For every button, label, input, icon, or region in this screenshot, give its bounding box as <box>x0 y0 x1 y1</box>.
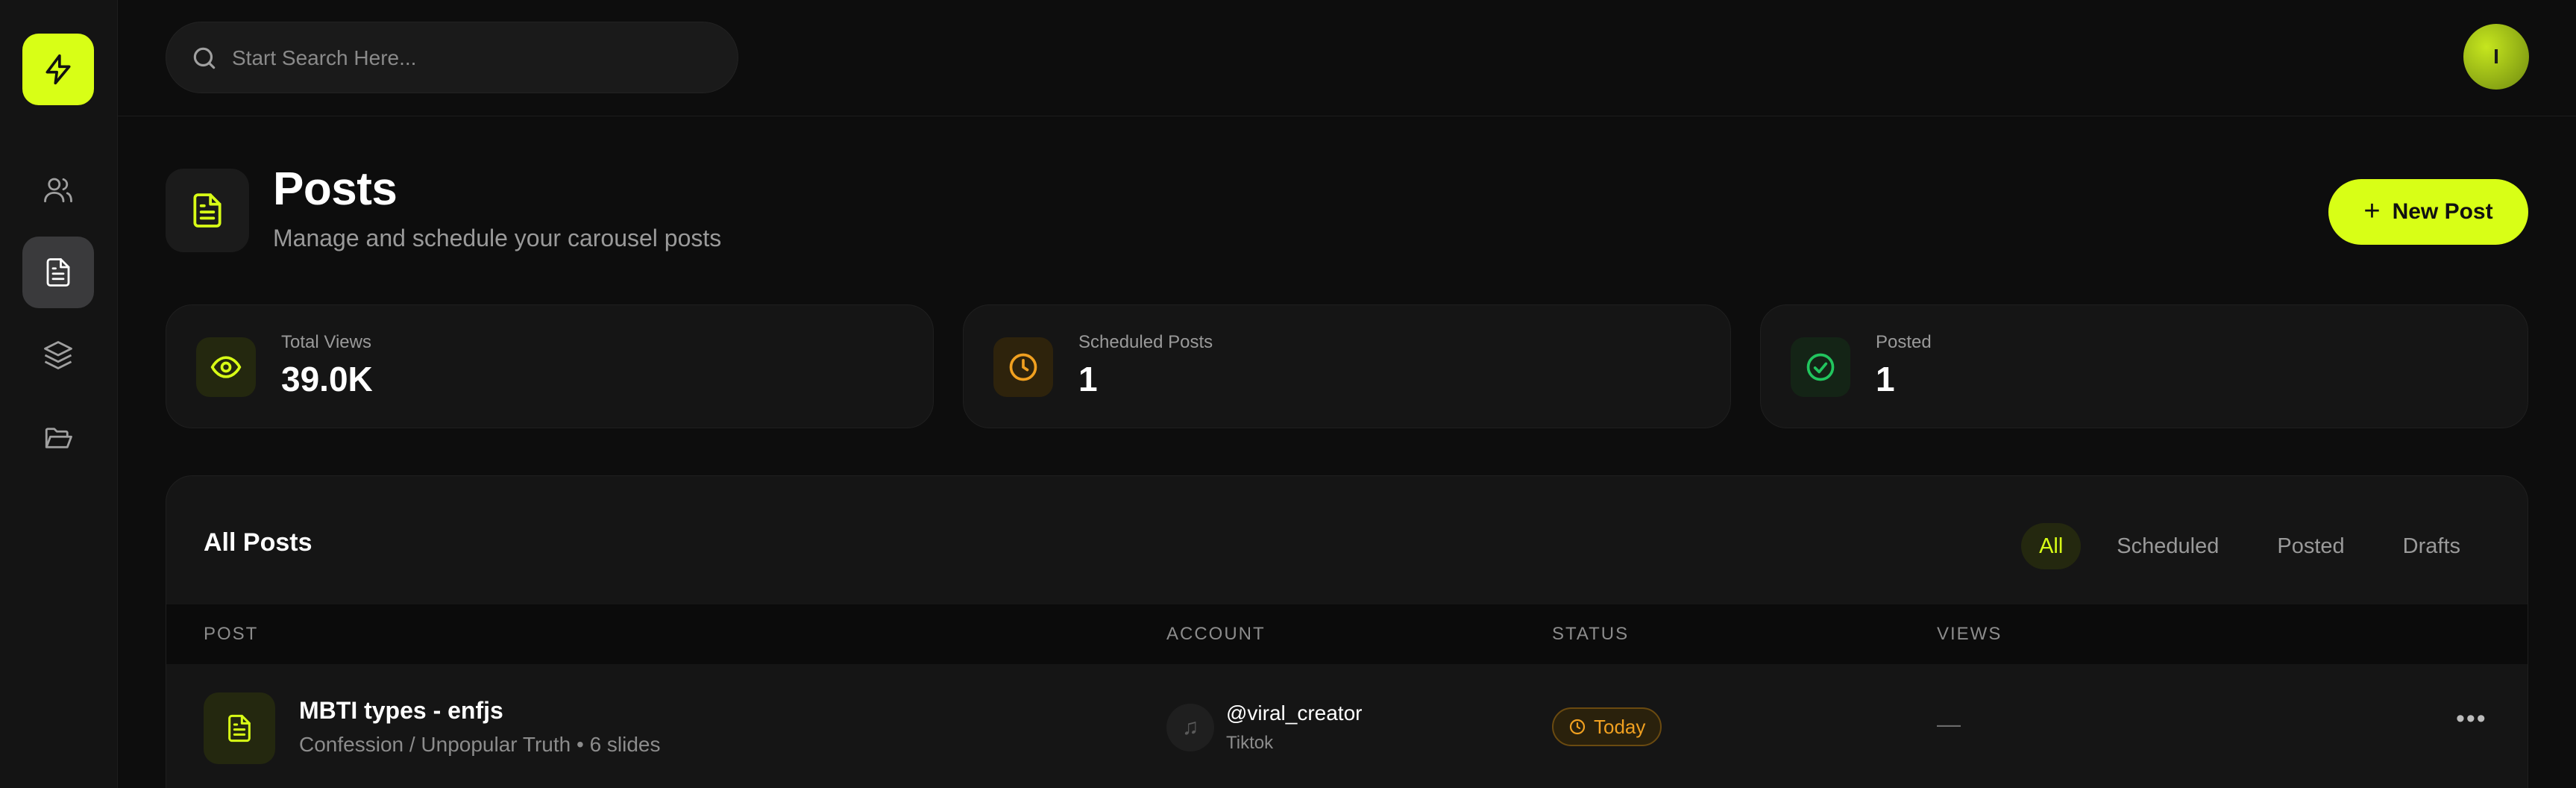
document-icon <box>46 258 70 287</box>
users-icon <box>44 178 72 203</box>
account-handle: @viral_creator <box>1226 701 1363 725</box>
layers-icon <box>44 341 72 369</box>
new-post-button[interactable]: + New Post <box>2328 179 2528 245</box>
column-header-views[interactable]: VIEWS <box>1937 624 2002 645</box>
stat-label: Posted <box>1876 332 1932 352</box>
check-circle-icon <box>1806 353 1835 381</box>
music-note-icon: ♫ <box>1166 704 1214 751</box>
search-bar <box>166 22 738 93</box>
page-title: Posts <box>273 163 398 215</box>
stat-card-total-views: Total Views 39.0K <box>166 304 934 428</box>
more-options-icon[interactable]: ••• <box>2456 704 2487 734</box>
stat-card-posted: Posted 1 <box>1760 304 2528 428</box>
clock-icon <box>1569 719 1586 735</box>
search-input[interactable] <box>232 37 709 79</box>
post-thumbnail <box>204 692 275 764</box>
account-platform: Tiktok <box>1226 733 1274 753</box>
new-post-label: New Post <box>2392 199 2493 224</box>
status-label: Today <box>1594 715 1646 738</box>
stat-label: Scheduled Posts <box>1078 332 1213 352</box>
status-badge: Today <box>1552 707 1662 746</box>
lightning-icon <box>45 54 71 85</box>
topbar <box>118 0 2576 116</box>
post-title[interactable]: MBTI types - enfjs <box>299 697 503 725</box>
sidebar-item-posts[interactable] <box>22 237 94 308</box>
avatar[interactable]: I <box>2463 24 2529 90</box>
stat-label: Total Views <box>281 332 371 352</box>
column-header-status[interactable]: STATUS <box>1552 624 1629 645</box>
stat-value: 39.0K <box>281 360 373 398</box>
stat-icon-box <box>1791 337 1850 397</box>
filter-scheduled[interactable]: Scheduled <box>2094 523 2241 569</box>
logo-button[interactable] <box>22 34 94 105</box>
stat-icon-box <box>196 337 256 397</box>
post-meta: Confession / Unpopular Truth • 6 slides <box>299 733 661 756</box>
views-value: — <box>1937 710 1961 737</box>
stat-card-scheduled-posts: Scheduled Posts 1 <box>963 304 1731 428</box>
filter-tabs: All Scheduled Posted Drafts <box>2021 523 2483 569</box>
stat-value: 1 <box>1876 360 1895 398</box>
stat-icon-box <box>993 337 1053 397</box>
table-row[interactable]: MBTI types - enfjs Confession / Unpopula… <box>166 664 2528 788</box>
folder-open-icon <box>45 428 72 448</box>
sidebar-item-users[interactable] <box>22 154 94 225</box>
document-icon <box>193 193 222 228</box>
posts-panel: All Posts All Scheduled Posted Drafts PO… <box>166 475 2528 788</box>
page-subtitle: Manage and schedule your carousel posts <box>273 225 722 251</box>
column-header-account[interactable]: ACCOUNT <box>1166 624 1266 645</box>
stat-value: 1 <box>1078 360 1098 398</box>
sidebar-item-folders[interactable] <box>22 402 94 474</box>
sidebar-item-layers[interactable] <box>22 319 94 391</box>
table-header: POST ACCOUNT STATUS VIEWS <box>166 604 2528 664</box>
document-icon <box>228 714 251 742</box>
plus-icon: + <box>2363 195 2381 227</box>
eye-icon <box>210 356 242 378</box>
column-header-post[interactable]: POST <box>204 624 258 645</box>
panel-title: All Posts <box>204 528 312 557</box>
filter-drafts[interactable]: Drafts <box>2381 523 2483 569</box>
filter-posted[interactable]: Posted <box>2255 523 2366 569</box>
page-icon <box>166 169 249 252</box>
search-icon <box>193 47 216 69</box>
filter-all[interactable]: All <box>2021 523 2082 569</box>
sidebar <box>0 0 118 788</box>
clock-icon <box>1009 353 1037 381</box>
